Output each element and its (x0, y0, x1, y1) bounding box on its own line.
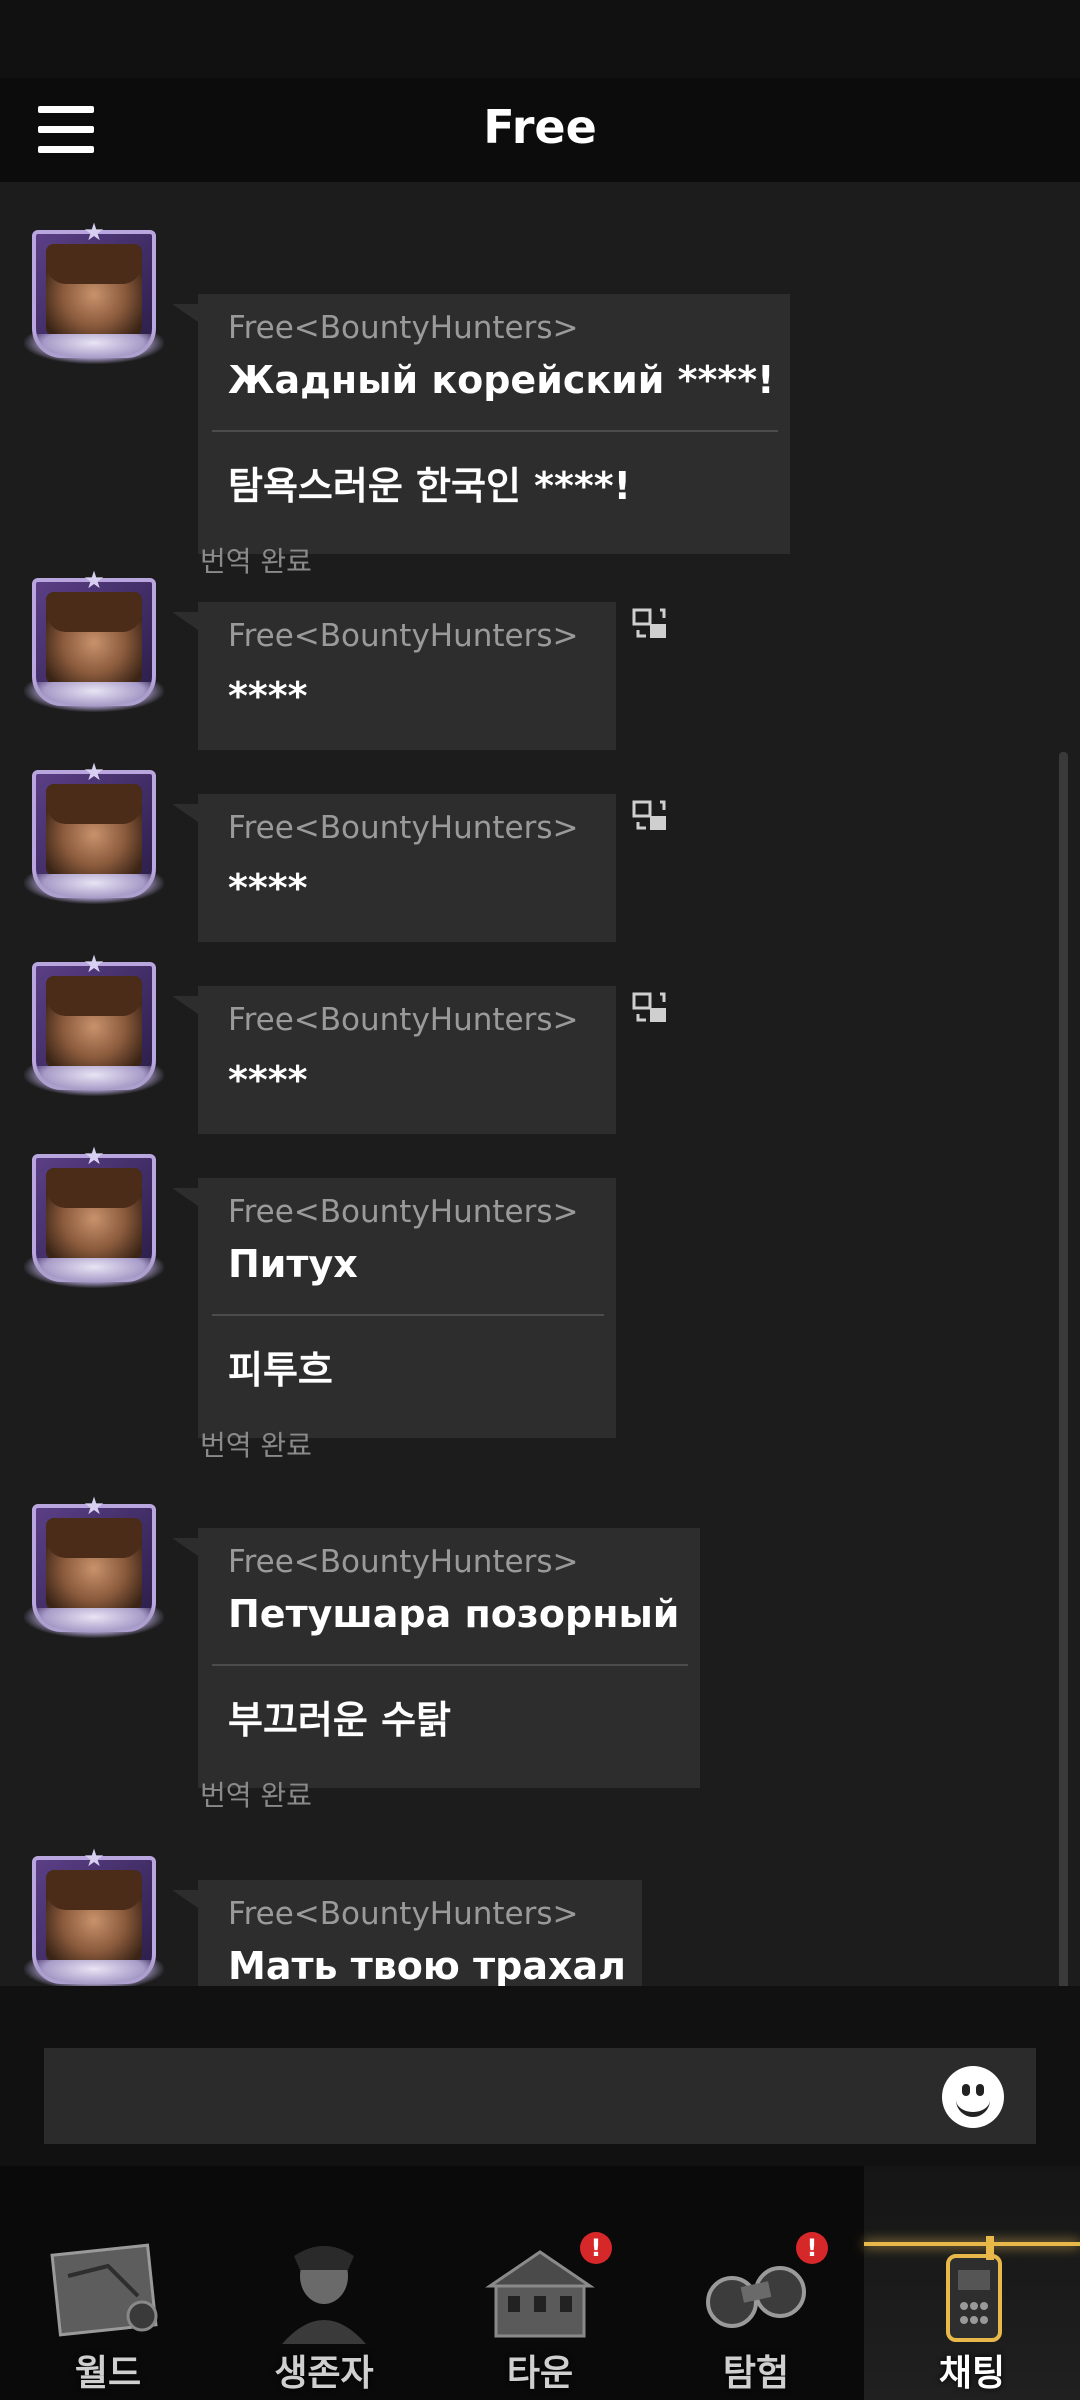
translate-icon[interactable] (632, 990, 668, 1026)
avatar[interactable]: ★ (24, 1142, 164, 1296)
chat-input[interactable] (44, 2048, 1036, 2144)
sender-name: Free<BountyHunters> (228, 1896, 579, 1932)
message-text: Жадный корейский ****! (228, 358, 775, 402)
smiley-icon[interactable] (942, 2066, 1004, 2128)
avatar[interactable]: ★ (24, 1844, 164, 1986)
notification-badge: ! (796, 2232, 828, 2264)
star-icon: ★ (83, 1142, 105, 1170)
nav-tab-world[interactable]: 월드 (0, 2166, 216, 2400)
sender-name: Free<BountyHunters> (228, 1194, 579, 1230)
nav-tab-chat[interactable]: 채팅 (864, 2166, 1080, 2400)
message-bubble[interactable]: Free<BountyHunters> **** (198, 602, 616, 750)
input-bar (0, 1986, 1080, 2166)
scrollbar[interactable] (1059, 752, 1068, 1986)
bottom-nav: 월드 생존자 ! 타운 ! 탐험 채팅 (0, 2166, 1080, 2400)
translation-status: 번역 완료 (200, 545, 312, 578)
world-map-icon (50, 2243, 158, 2337)
nav-tab-survivor[interactable]: 생존자 (216, 2166, 432, 2400)
nav-tab-explore[interactable]: ! 탐험 (648, 2166, 864, 2400)
message-text: **** (228, 866, 308, 910)
sender-name: Free<BountyHunters> (228, 1002, 579, 1038)
message-text: Мать твою трахал (228, 1944, 626, 1986)
nav-label: 탐험 (722, 2353, 790, 2394)
message-bubble[interactable]: Free<BountyHunters> Жадный корейский ***… (198, 294, 790, 554)
notification-badge: ! (580, 2232, 612, 2264)
message-bubble[interactable]: Free<BountyHunters> **** (198, 986, 616, 1134)
page-title: Free (483, 100, 597, 154)
translated-text: 피투흐 (228, 1348, 333, 1392)
radio-icon (946, 2236, 1002, 2342)
message-text: Питух (228, 1242, 358, 1286)
status-bar (0, 0, 1080, 78)
survivor-icon (282, 2246, 366, 2344)
sender-name: Free<BountyHunters> (228, 310, 579, 346)
sender-name: Free<BountyHunters> (228, 618, 579, 654)
nav-label: 월드 (74, 2353, 142, 2394)
message-text: Петушара позорный (228, 1592, 680, 1636)
avatar[interactable]: ★ (24, 566, 164, 720)
message-bubble[interactable]: Free<BountyHunters> Петушара позорный 부끄… (198, 1528, 700, 1788)
divider (212, 1664, 688, 1666)
star-icon: ★ (83, 566, 105, 594)
message-text: **** (228, 674, 308, 718)
star-icon: ★ (83, 1492, 105, 1520)
avatar[interactable]: ★ (24, 1492, 164, 1646)
translate-icon[interactable] (632, 606, 668, 642)
divider (212, 1314, 604, 1316)
nav-tab-town[interactable]: ! 타운 (432, 2166, 648, 2400)
avatar[interactable]: ★ (24, 218, 164, 372)
nav-label: 생존자 (274, 2353, 374, 2394)
star-icon: ★ (83, 950, 105, 978)
translation-status: 번역 완료 (200, 1429, 312, 1462)
translated-text: 탐욕스러운 한국인 ****! (228, 464, 631, 508)
divider (212, 430, 778, 432)
star-icon: ★ (83, 1844, 105, 1872)
header: Free (0, 78, 1080, 182)
message-bubble[interactable]: Free<BountyHunters> **** (198, 794, 616, 942)
nav-label: 타운 (506, 2353, 574, 2394)
avatar[interactable]: ★ (24, 758, 164, 912)
nav-label: 채팅 (938, 2353, 1006, 2394)
star-icon: ★ (83, 758, 105, 786)
message-bubble[interactable]: Free<BountyHunters> Мать твою трахал (198, 1880, 642, 1986)
translate-icon[interactable] (632, 798, 668, 834)
chat-list[interactable]: ★ Free<BountyHunters> Жадный корейский *… (0, 182, 1080, 1986)
star-icon: ★ (83, 218, 105, 246)
message-bubble[interactable]: Free<BountyHunters> Питух 피투흐 (198, 1178, 616, 1438)
translation-status: 번역 완료 (200, 1779, 312, 1812)
sender-name: Free<BountyHunters> (228, 1544, 579, 1580)
sender-name: Free<BountyHunters> (228, 810, 579, 846)
avatar[interactable]: ★ (24, 950, 164, 1104)
message-text: **** (228, 1058, 308, 1102)
translated-text: 부끄러운 수탉 (228, 1698, 451, 1742)
